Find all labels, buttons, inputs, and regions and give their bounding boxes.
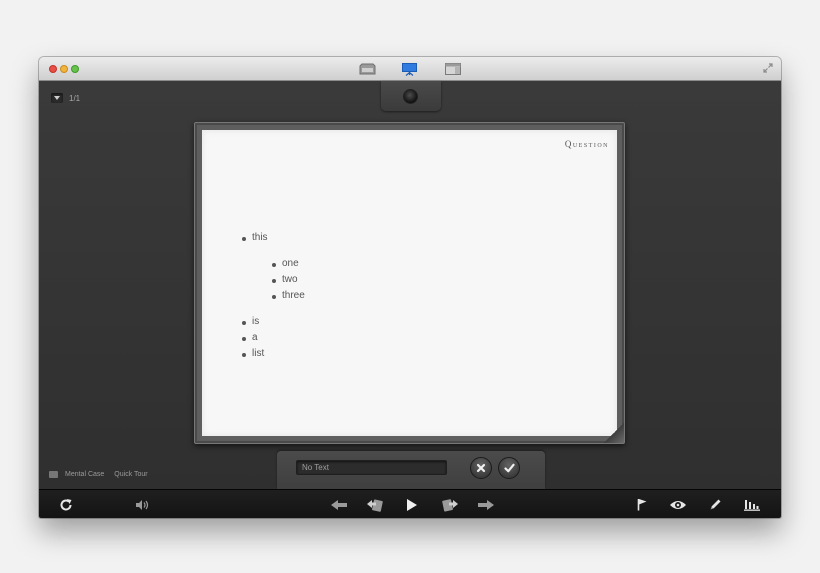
- list-item: list: [242, 346, 305, 362]
- deck-status: Mental Case Quick Tour: [49, 471, 158, 478]
- camera-icon[interactable]: [403, 89, 418, 104]
- flip-back-icon[interactable]: [366, 497, 384, 512]
- presentation-area: 1/1 Question this one two three is a lis…: [39, 81, 781, 489]
- page-dropdown-button[interactable]: [51, 93, 63, 103]
- list-item: two: [272, 272, 305, 288]
- page-curl-icon[interactable]: [604, 423, 624, 443]
- speaker-icon[interactable]: [135, 497, 149, 512]
- eye-icon[interactable]: [669, 497, 687, 512]
- list-item: a: [242, 330, 305, 346]
- chart-icon[interactable]: [744, 497, 760, 512]
- bottom-toolbar: [39, 489, 781, 518]
- deck-icon: [49, 471, 58, 478]
- browse-icon[interactable]: [445, 63, 461, 75]
- card-set-name[interactable]: Quick Tour: [114, 471, 147, 478]
- list-item: three: [272, 288, 305, 304]
- flash-card[interactable]: Question this one two three is a list: [202, 130, 617, 436]
- flip-forward-icon[interactable]: [441, 497, 459, 512]
- list-item: this: [242, 230, 305, 246]
- answer-input[interactable]: No Text: [296, 460, 447, 475]
- x-icon: [476, 463, 486, 473]
- list-item: is: [242, 314, 305, 330]
- next-icon[interactable]: [477, 497, 495, 512]
- pencil-icon[interactable]: [709, 497, 722, 512]
- close-window-button[interactable]: [49, 65, 57, 73]
- card-board: Question this one two three is a list: [194, 122, 625, 444]
- library-icon[interactable]: [359, 63, 376, 75]
- checkmark-icon: [503, 463, 515, 473]
- page-count: 1/1: [69, 93, 81, 103]
- previous-icon[interactable]: [330, 497, 348, 512]
- card-list: this one two three is a list: [242, 230, 305, 362]
- camera-mount: [381, 81, 441, 111]
- fullscreen-icon[interactable]: [763, 63, 773, 73]
- app-window: 1/1 Question this one two three is a lis…: [39, 57, 781, 518]
- wrong-button[interactable]: [470, 457, 492, 479]
- correct-button[interactable]: [498, 457, 520, 479]
- presentation-icon[interactable]: [402, 63, 417, 76]
- title-bar: [39, 57, 781, 81]
- deck-name[interactable]: Mental Case: [65, 471, 104, 478]
- card-side-label: Question: [564, 139, 609, 149]
- refresh-icon[interactable]: [59, 497, 73, 512]
- minimize-window-button[interactable]: [60, 65, 68, 73]
- flag-icon[interactable]: [637, 497, 647, 512]
- play-icon[interactable]: [406, 497, 418, 512]
- list-item: one: [272, 256, 305, 272]
- page-indicator: 1/1: [51, 93, 80, 103]
- zoom-window-button[interactable]: [71, 65, 79, 73]
- answer-tray: No Text: [277, 451, 545, 489]
